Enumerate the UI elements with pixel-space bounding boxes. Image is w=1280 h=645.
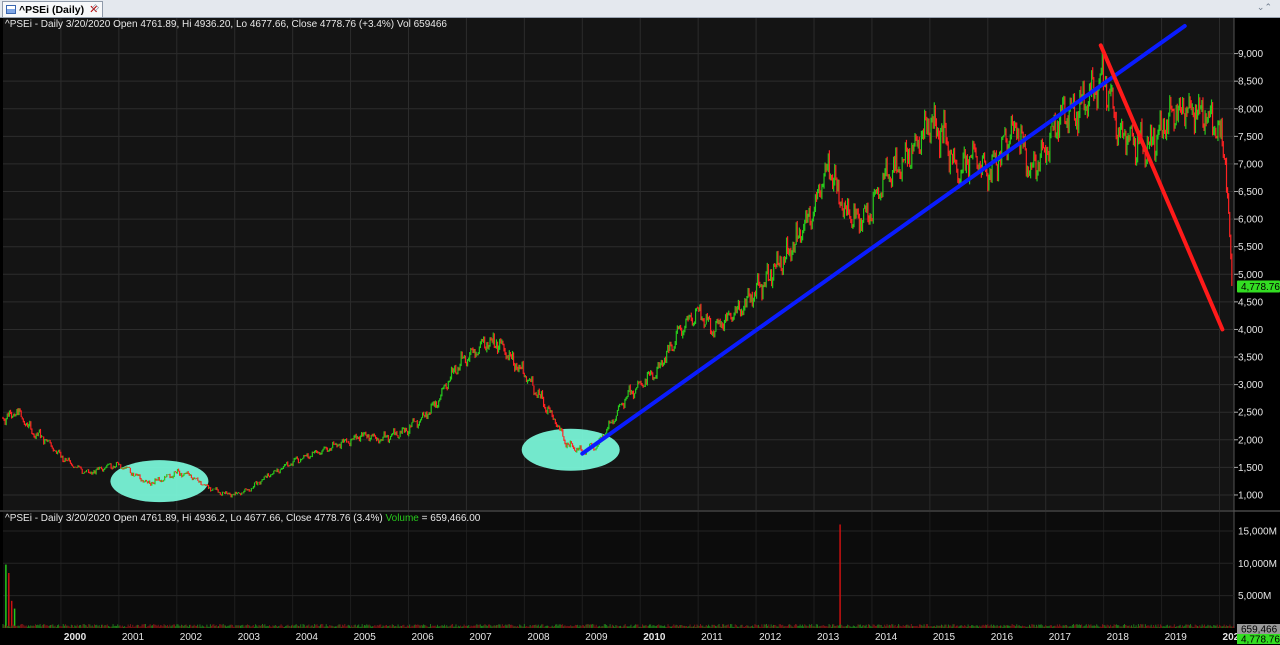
year-tick-label: 2017 [1049, 632, 1072, 643]
time-x-axis: 2000 2001 2002 2003 2004 2005 2006 2007 2008 2009… [64, 632, 1245, 643]
tab-scroll-icon[interactable]: ◇ [92, 2, 99, 13]
year-tick-label: 2014 [875, 632, 898, 643]
price-panel [3, 18, 1234, 510]
last-close-label: 4,778.76 [1241, 635, 1280, 645]
price-tick-label: 9,000 [1238, 49, 1263, 60]
price-tick-label: 2,500 [1238, 408, 1263, 419]
year-tick-label: 2016 [991, 632, 1014, 643]
price-tick-label: 5,500 [1238, 242, 1263, 253]
tab-bar: ^PSEi (Daily) ✕ ◇ ⌄⌃ [0, 0, 1280, 18]
year-tick-label: 2006 [412, 632, 435, 643]
price-header: ^PSEi - Daily 3/20/2020 Open 4761.89, Hi… [5, 19, 447, 30]
year-tick-label: 2001 [122, 632, 145, 643]
price-tick-label: 4,500 [1238, 297, 1263, 308]
year-tick-label: 2012 [759, 632, 782, 643]
year-tick-label: 2011 [701, 632, 723, 643]
year-tick-label: 2000 [64, 632, 87, 643]
chart-tab-title: ^PSEi (Daily) [19, 3, 85, 16]
year-tick-label: 2015 [933, 632, 956, 643]
year-tick-label: 2019 [1165, 632, 1188, 643]
year-tick-label: 2010 [643, 632, 666, 643]
year-tick-label: 2003 [238, 632, 261, 643]
year-tick-label: 2009 [585, 632, 608, 643]
window-chevron-icon[interactable]: ⌄⌃ [1257, 2, 1272, 13]
price-tick-label: 8,000 [1238, 104, 1263, 115]
price-chart[interactable]: 1,000 1,500 2,000 2,500 3,000 3,500 4,000 4,500… [0, 18, 1280, 645]
year-tick-label: 2018 [1107, 632, 1130, 643]
price-tick-label: 6,000 [1238, 215, 1263, 226]
highlight-ellipse [110, 460, 209, 503]
price-tick-label: 7,500 [1238, 132, 1263, 143]
last-price-badge: 4,778.76 [1237, 280, 1280, 293]
price-tick-label: 2,000 [1238, 435, 1263, 446]
volume-tick-label: 15,000M [1238, 526, 1277, 537]
year-tick-label: 2005 [354, 632, 377, 643]
price-tick-label: 8,500 [1238, 77, 1263, 88]
volume-tick-label: 5,000M [1238, 591, 1271, 602]
volume-badges: 659,466 4,778.76 [1237, 624, 1280, 645]
year-tick-label: 2002 [180, 632, 203, 643]
year-tick-label: 2013 [817, 632, 840, 643]
year-tick-label: 2004 [296, 632, 319, 643]
price-tick-label: 1,500 [1238, 463, 1263, 474]
year-tick-label: 2007 [469, 632, 492, 643]
price-tick-label: 7,000 [1238, 159, 1263, 170]
year-tick-label: 2008 [527, 632, 550, 643]
last-price-label: 4,778.76 [1241, 282, 1280, 293]
volume-header: ^PSEi - Daily 3/20/2020 Open 4761.89, Hi… [5, 513, 481, 524]
volume-tick-label: 10,000M [1238, 559, 1277, 570]
price-tick-label: 6,500 [1238, 187, 1263, 198]
price-tick-label: 3,000 [1238, 380, 1263, 391]
price-tick-label: 5,000 [1238, 270, 1263, 281]
volume-panel [3, 512, 1234, 628]
price-tick-label: 3,500 [1238, 353, 1263, 364]
price-tick-label: 4,000 [1238, 325, 1263, 336]
chart-window-icon [6, 5, 16, 14]
chart-tab[interactable]: ^PSEi (Daily) ✕ [2, 1, 104, 17]
price-tick-label: 1,000 [1238, 490, 1263, 501]
